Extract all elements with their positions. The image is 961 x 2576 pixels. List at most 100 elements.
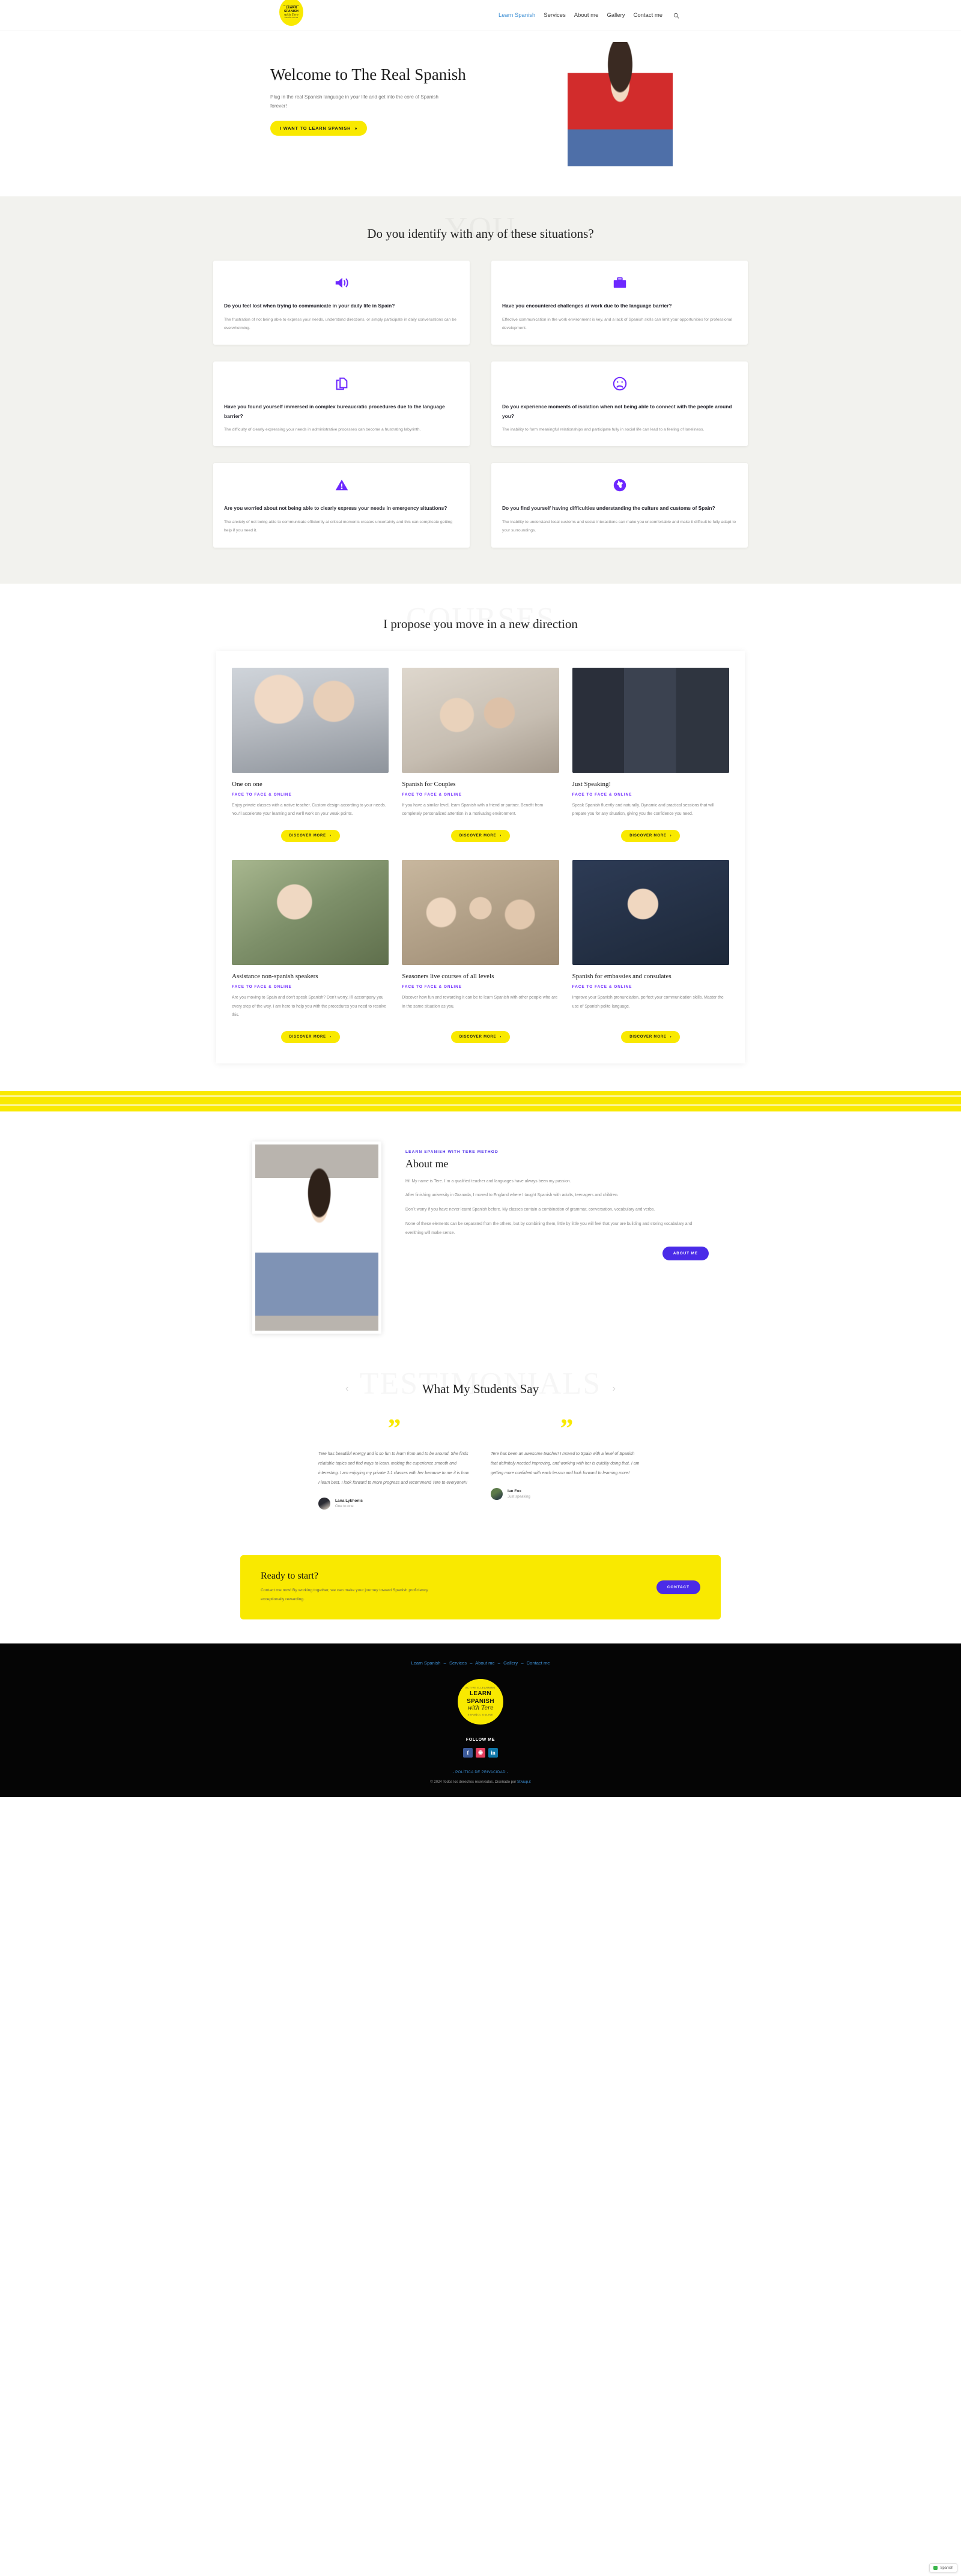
situation-card: Have you encountered challenges at work … bbox=[491, 261, 748, 345]
chevron-right-icon: › bbox=[500, 833, 502, 838]
hero-text-block: Welcome to The Real Spanish Plug in the … bbox=[270, 64, 474, 136]
course-tag: FACE TO FACE & ONLINE bbox=[572, 792, 632, 797]
discover-more-label: DISCOVER MORE bbox=[289, 833, 326, 838]
footer-navigation: Learn Spanish – Services – About me – Ga… bbox=[0, 1660, 961, 1666]
discover-more-button[interactable]: DISCOVER MORE › bbox=[280, 1030, 340, 1043]
situation-card: Do you experience moments of isolation w… bbox=[491, 361, 748, 447]
about-photo bbox=[252, 1141, 381, 1334]
linkedin-icon[interactable]: in bbox=[488, 1747, 498, 1758]
footer-nav-services[interactable]: Services bbox=[449, 1660, 467, 1666]
course-image[interactable] bbox=[232, 859, 389, 965]
situation-card-desc: The difficulty of clearly expressing you… bbox=[224, 428, 421, 432]
course-image[interactable] bbox=[402, 859, 559, 965]
chevron-right-icon: › bbox=[329, 833, 332, 838]
chevron-right-icon: » bbox=[354, 125, 358, 131]
course-desc: Improve your Spanish pronunciation, perf… bbox=[572, 996, 724, 1009]
course-name: Spanish for Couples bbox=[402, 780, 456, 788]
situation-card-title: Do you feel lost when trying to communic… bbox=[224, 303, 395, 309]
hero-subtitle: Plug in the real Spanish language in you… bbox=[270, 94, 438, 109]
situation-card-title: Do you find yourself having difficulties… bbox=[502, 505, 715, 512]
footer-nav-contact-me[interactable]: Contact me bbox=[527, 1660, 550, 1666]
situation-card: Do you feel lost when trying to communic… bbox=[213, 261, 470, 345]
testimonials-grid: ” Tere has beautiful energy and is so fu… bbox=[318, 1413, 643, 1510]
nav-item-gallery[interactable]: Gallery bbox=[607, 12, 625, 19]
course-desc: Speak Spanish fluently and naturally. Dy… bbox=[572, 803, 714, 817]
course-image[interactable] bbox=[572, 859, 729, 965]
credit-link[interactable]: Stiviup.it bbox=[517, 1780, 531, 1784]
avatar bbox=[318, 1498, 330, 1510]
testimonial-text: Tere has beautiful energy and is so fun … bbox=[318, 1452, 469, 1486]
privacy-policy-link[interactable]: - POLÍTICA DE PRIVACIDAD - bbox=[0, 1771, 961, 1774]
discover-more-button[interactable]: DISCOVER MORE › bbox=[450, 829, 511, 842]
discover-more-button[interactable]: DISCOVER MORE › bbox=[621, 1030, 681, 1043]
nav-item-about-me[interactable]: About me bbox=[574, 12, 599, 19]
hero-cta-button[interactable]: I WANT TO LEARN SPANISH » bbox=[270, 120, 368, 136]
testimonial-card: ” Tere has beautiful energy and is so fu… bbox=[318, 1413, 470, 1510]
hero-photo bbox=[568, 42, 673, 183]
footer-logo-bottom-text: ESPAÑOL ONLINE bbox=[467, 1713, 494, 1717]
about-me-button[interactable]: ABOUT ME bbox=[662, 1246, 709, 1260]
course-tag: FACE TO FACE & ONLINE bbox=[402, 985, 462, 990]
copyright-text: © 2024 Todos los derechos reservados. Di… bbox=[0, 1780, 961, 1784]
yellow-divider-band bbox=[0, 1090, 961, 1111]
site-logo[interactable]: ACTIVE E-LEARNING LEARN SPANISH with Ter… bbox=[279, 0, 303, 26]
course-name: Seasoners live courses of all levels bbox=[402, 972, 494, 980]
discover-more-button[interactable]: DISCOVER MORE › bbox=[450, 1030, 511, 1043]
situation-card-title: Do you experience moments of isolation w… bbox=[502, 404, 732, 419]
footer-nav-gallery[interactable]: Gallery bbox=[503, 1660, 518, 1666]
cta-subtitle: Contact me now! By working together, we … bbox=[261, 1588, 428, 1601]
discover-more-label: DISCOVER MORE bbox=[289, 1035, 326, 1039]
quote-icon: ” bbox=[387, 1413, 401, 1443]
course-tag: FACE TO FACE & ONLINE bbox=[572, 985, 632, 990]
footer-separator: – bbox=[443, 1660, 446, 1666]
discover-more-label: DISCOVER MORE bbox=[459, 1035, 497, 1039]
footer-nav-learn-spanish[interactable]: Learn Spanish bbox=[411, 1660, 440, 1666]
follow-me-label: FOLLOW ME bbox=[465, 1737, 496, 1742]
situation-card-title: Have you encountered challenges at work … bbox=[502, 303, 672, 309]
nav-item-services[interactable]: Services bbox=[544, 12, 565, 19]
instagram-icon[interactable]: ◉ bbox=[476, 1747, 485, 1758]
testimonial-text: Tere has been an awesome teacher! I move… bbox=[491, 1452, 640, 1476]
course-image[interactable] bbox=[232, 667, 389, 773]
footer-separator: – bbox=[470, 1660, 473, 1666]
course-desc: Discover how fun and rewarding it can be… bbox=[402, 996, 558, 1009]
testimonial-card: ” Tere has been an awesome teacher! I mo… bbox=[491, 1415, 643, 1510]
logo-line2: SPANISH bbox=[283, 9, 299, 13]
social-links: f ◉ in bbox=[0, 1747, 961, 1758]
search-icon[interactable] bbox=[673, 13, 679, 19]
situation-card-desc: Effective communication in the work envi… bbox=[502, 317, 732, 330]
language-widget[interactable]: Spanish bbox=[929, 2563, 957, 2572]
course-image[interactable] bbox=[572, 667, 729, 773]
testimonial-next-arrow[interactable]: › bbox=[613, 1383, 616, 1394]
logo-script: with Tere bbox=[284, 13, 299, 17]
chevron-right-icon: › bbox=[670, 833, 672, 838]
about-section: LEARN SPANISH WITH TERE METHOD About me … bbox=[0, 1111, 961, 1358]
course-card: Spanish for embassies and consulates FAC… bbox=[572, 859, 729, 1043]
discover-more-button[interactable]: DISCOVER MORE › bbox=[621, 829, 681, 842]
footer-logo[interactable]: ACTIVE E-LEARNING LEARN SPANISH with Ter… bbox=[458, 1678, 503, 1725]
course-tag: FACE TO FACE & ONLINE bbox=[402, 792, 462, 797]
avatar bbox=[491, 1488, 503, 1501]
cta-banner: Ready to start? Contact me now! By worki… bbox=[240, 1555, 721, 1619]
testimonial-prev-arrow[interactable]: ‹ bbox=[345, 1383, 348, 1394]
nav-item-learn-spanish[interactable]: Learn Spanish bbox=[499, 12, 535, 19]
testimonial-role: Just speaking bbox=[508, 1495, 530, 1499]
site-header: ACTIVE E-LEARNING LEARN SPANISH with Ter… bbox=[0, 0, 961, 31]
facebook-icon[interactable]: f bbox=[463, 1747, 473, 1758]
language-status-dot bbox=[933, 2566, 938, 2570]
courses-section: COURSES I propose you move in a new dire… bbox=[0, 583, 961, 1063]
footer-nav-about-me[interactable]: About me bbox=[475, 1660, 495, 1666]
discover-more-label: DISCOVER MORE bbox=[459, 833, 497, 838]
hero-section: Welcome to The Real Spanish Plug in the … bbox=[0, 31, 961, 196]
courses-title: I propose you move in a new direction bbox=[383, 616, 578, 631]
course-image[interactable] bbox=[402, 667, 559, 773]
discover-more-button[interactable]: DISCOVER MORE › bbox=[280, 829, 340, 842]
course-name: Just Speaking! bbox=[572, 780, 611, 788]
footer-logo-line1: LEARN bbox=[470, 1690, 491, 1698]
course-card: One on one FACE TO FACE & ONLINE Enjoy p… bbox=[232, 667, 389, 842]
footer-logo-top-text: ACTIVE E-LEARNING bbox=[465, 1686, 496, 1690]
contact-button[interactable]: CONTACT bbox=[656, 1580, 700, 1595]
language-label: Spanish bbox=[940, 2566, 953, 2570]
speaker-icon bbox=[334, 275, 350, 291]
nav-item-contact-me[interactable]: Contact me bbox=[633, 12, 662, 19]
